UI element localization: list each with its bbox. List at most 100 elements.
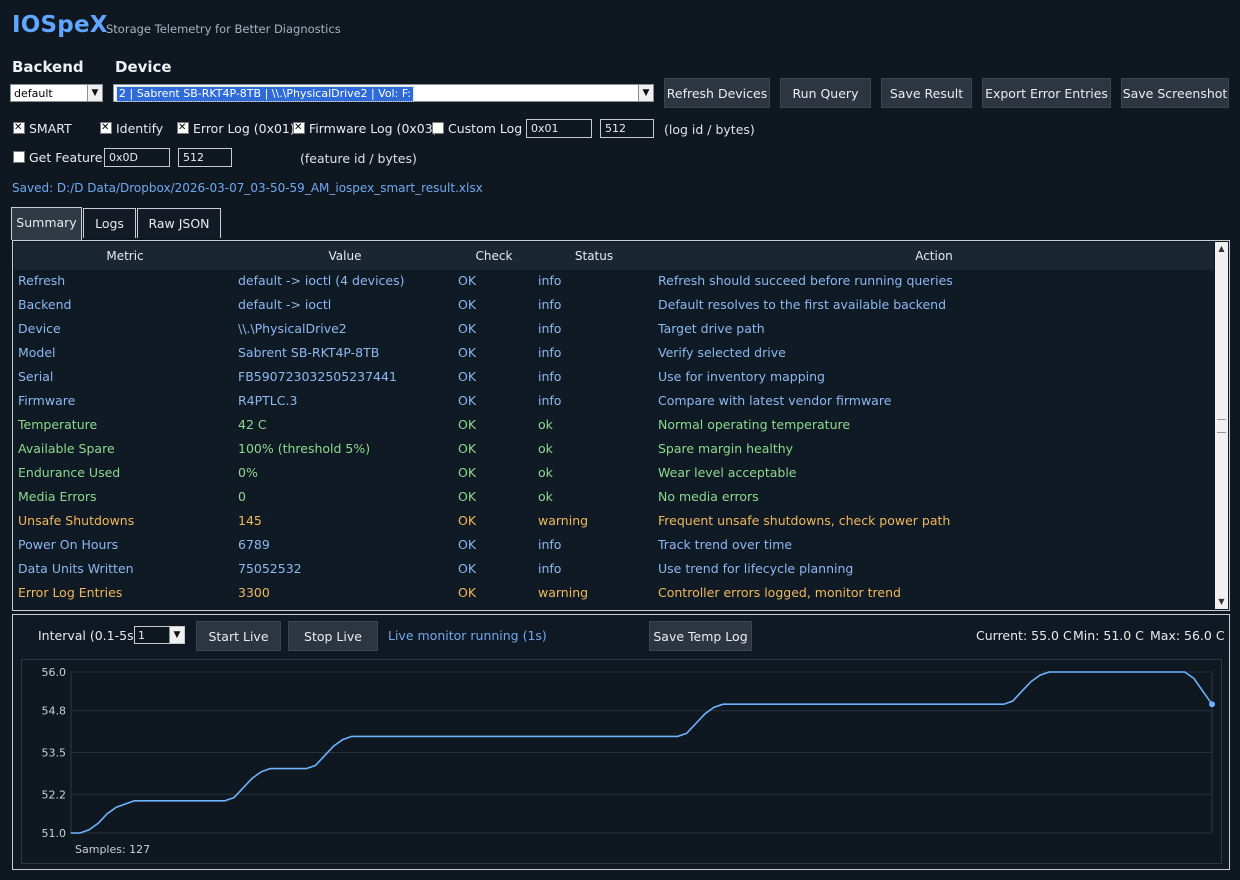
cell-metric: Firmware [18, 393, 76, 408]
table-row[interactable]: Endurance Used 0% OK ok Wear level acceptabl… [14, 461, 1214, 485]
data-point [314, 764, 317, 766]
backend-select[interactable]: default ▼ [10, 84, 103, 102]
data-point [305, 768, 308, 770]
feature-bytes-input[interactable]: 512 [178, 148, 232, 167]
data-point [387, 735, 389, 737]
save-screenshot-button[interactable]: Save Screenshot [1121, 78, 1229, 108]
checkbox-checked-icon[interactable] [177, 120, 189, 136]
cell-action: Refresh should succeed before running qu… [658, 273, 953, 288]
table-row[interactable]: Refresh default -> ioctl (4 devices) OK inf… [14, 269, 1214, 293]
y-tick-label: 56.0 [42, 666, 67, 679]
table-row[interactable]: Error Log Entries 3300 OK warning Controller… [14, 581, 1214, 605]
data-point [822, 703, 824, 705]
data-point [496, 735, 498, 737]
custom-log-id-input[interactable]: 0x01 [526, 119, 592, 138]
error-log-checkbox[interactable]: Error Log (0x01) [177, 120, 295, 137]
header-status[interactable]: Status [534, 242, 654, 270]
save-result-button[interactable]: Save Result [881, 78, 972, 108]
feature-id-input[interactable]: 0x0D [104, 148, 170, 167]
table-row[interactable]: Power On Hours 6789 OK info Track trend over… [14, 533, 1214, 557]
table-row[interactable]: Device \\.\PhysicalDrive2 OK info Target dri… [14, 317, 1214, 341]
firmware-log-checkbox[interactable]: Firmware Log (0x03) [293, 120, 438, 137]
cell-value: 100% (threshold 5%) [238, 441, 371, 456]
vertical-scrollbar[interactable]: ▲ ▼ [1215, 242, 1228, 609]
header-value[interactable]: Value [236, 242, 454, 270]
start-live-button[interactable]: Start Live [196, 621, 281, 651]
get-feature-checkbox[interactable]: Get Feature [13, 150, 103, 166]
data-point [867, 703, 869, 705]
data-point [812, 703, 815, 705]
table-row[interactable]: Available Spare 100% (threshold 5%) OK ok Sp… [14, 437, 1214, 461]
scroll-thumb[interactable] [1217, 419, 1226, 433]
cell-metric: Power On Hours [18, 537, 119, 552]
data-point [405, 735, 407, 737]
table-row[interactable]: Serial FB590723032505237441 OK info Use for … [14, 365, 1214, 389]
cell-metric: Endurance Used [18, 465, 121, 480]
data-point [1039, 674, 1041, 676]
chevron-down-icon[interactable]: ▼ [87, 85, 102, 101]
data-point [79, 832, 81, 834]
refresh-devices-button[interactable]: Refresh Devices [664, 78, 770, 108]
header-check[interactable]: Check [454, 242, 534, 270]
data-point [713, 706, 715, 709]
header-action[interactable]: Action [654, 242, 1214, 270]
save-temp-log-button[interactable]: Save Temp Log [649, 621, 752, 651]
chevron-down-icon[interactable]: ▼ [638, 85, 653, 101]
data-point [1129, 671, 1132, 673]
data-point [1003, 703, 1005, 705]
stop-live-button[interactable]: Stop Live [288, 621, 378, 651]
cell-status: info [538, 537, 562, 552]
custom-log-checkbox[interactable]: Custom Log [432, 121, 522, 137]
table-row[interactable]: Data Units Written 75052532 OK info Use tren… [14, 557, 1214, 581]
cell-metric: Model [18, 345, 56, 360]
data-point [1093, 671, 1095, 673]
tab-raw-json[interactable]: Raw JSON [137, 208, 221, 238]
checkbox-checked-icon[interactable] [13, 120, 25, 136]
data-point [414, 735, 416, 737]
smart-checkbox[interactable]: SMART [13, 120, 72, 137]
table-row[interactable]: Temperature 42 C OK ok Normal operating temp… [14, 413, 1214, 437]
cell-value: R4PTLC.3 [238, 393, 298, 408]
checkbox-unchecked-icon[interactable] [432, 122, 444, 134]
data-point [251, 777, 253, 779]
data-point [731, 703, 733, 705]
table-row[interactable]: Firmware R4PTLC.3 OK info Compare with lates… [14, 389, 1214, 413]
cell-action: Spare margin healthy [658, 441, 794, 456]
data-point [151, 800, 154, 802]
cell-metric: Unsafe Shutdowns [18, 513, 135, 528]
cell-metric: Backend [18, 297, 72, 312]
data-point [369, 735, 371, 737]
data-point [966, 703, 969, 705]
interval-select[interactable]: 1 ▼ [134, 626, 185, 644]
live-status: Live monitor running (1s) [388, 628, 547, 643]
table-row[interactable]: Media Errors 0 OK ok No media errors [14, 485, 1214, 509]
header-metric[interactable]: Metric [14, 242, 236, 270]
table-row[interactable]: Backend default -> ioctl OK info Default res… [14, 293, 1214, 317]
cell-status: info [538, 345, 562, 360]
cell-check: OK [458, 585, 477, 600]
checkbox-checked-icon[interactable] [293, 120, 305, 136]
run-query-button[interactable]: Run Query [780, 78, 871, 108]
data-point [142, 800, 145, 802]
table-row[interactable]: Unsafe Shutdowns 145 OK warning Frequent uns… [14, 509, 1214, 533]
scroll-down-icon[interactable]: ▼ [1215, 595, 1228, 609]
checkbox-unchecked-icon[interactable] [13, 151, 25, 163]
tab-logs[interactable]: Logs [83, 208, 136, 238]
table-row[interactable]: Model Sabrent SB-RKT4P-8TB OK info Verify se… [14, 341, 1214, 365]
chevron-down-icon[interactable]: ▼ [169, 627, 184, 643]
checkbox-checked-icon[interactable] [100, 120, 112, 136]
data-point [568, 735, 570, 737]
custom-log-bytes-input[interactable]: 512 [600, 119, 654, 138]
scroll-up-icon[interactable]: ▲ [1215, 242, 1228, 256]
data-point [1166, 671, 1168, 673]
cell-value: default -> ioctl (4 devices) [238, 273, 405, 288]
device-select[interactable]: 2 | Sabrent SB-RKT4P-8TB | \\.\PhysicalD… [113, 84, 654, 102]
tab-summary[interactable]: Summary [11, 207, 82, 240]
identify-checkbox[interactable]: Identify [100, 120, 163, 137]
cell-metric: Available Spare [18, 441, 115, 456]
cell-value: FB590723032505237441 [238, 369, 397, 384]
cell-check: OK [458, 345, 477, 360]
export-error-entries-button[interactable]: Export Error Entries [982, 78, 1111, 108]
data-point [260, 771, 262, 773]
data-point [106, 813, 108, 815]
